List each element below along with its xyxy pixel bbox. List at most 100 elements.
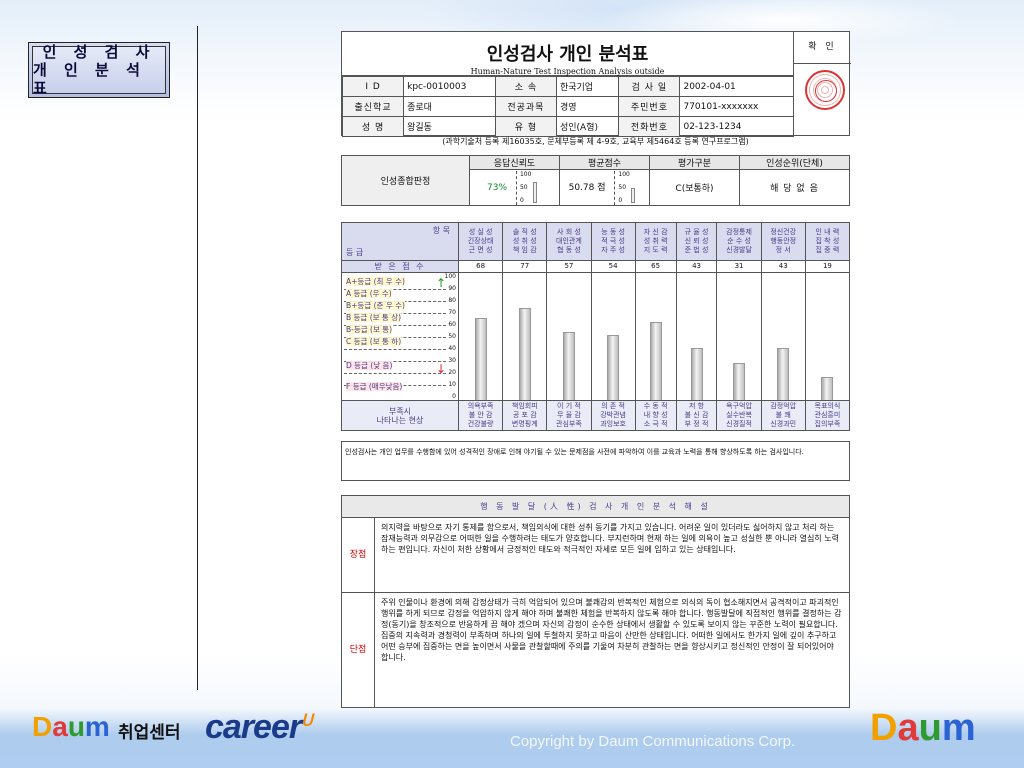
chart-column-header: 솔 직 성 성 취 성 책 임 감	[502, 222, 548, 261]
chart-bar-cell	[804, 272, 851, 401]
report-title-box: 인성검사 개인 분석표 Human-Nature Test Inspection…	[342, 32, 794, 76]
low-effect-text: 이 기 적 무 율 감 관심부족	[546, 400, 592, 431]
grade-tick: 40	[448, 345, 456, 352]
scale-tick: 0	[618, 196, 623, 204]
info-value: 경영	[555, 96, 620, 117]
weakness-label: 단점	[341, 592, 375, 708]
copyright-text: Copyright by Daum Communications Corp.	[510, 733, 796, 750]
info-key: 출신학교	[341, 96, 405, 117]
chart-corner: 항 목 등 급	[341, 222, 459, 261]
registration-note: (과학기술처 등록 제16035호, 문체부등록 제 4-9호, 교육부 제54…	[442, 137, 749, 146]
info-key: 주민번호	[618, 96, 681, 117]
chart-bar-cell	[457, 272, 504, 401]
score-bar	[821, 377, 834, 400]
grade-tick: 70	[448, 309, 456, 316]
score-value: 43	[760, 260, 806, 273]
seal-stamp-icon	[805, 70, 845, 110]
chart-bar-cell	[675, 272, 718, 401]
grade-scale: 100 90 80 70 60 50 40 30 20 10 0 A+등급 (최 우 수) A 등급 (…	[341, 272, 459, 401]
daum-logo-large[interactable]: Daum	[870, 708, 976, 748]
info-value: kpc-0010003	[403, 76, 496, 97]
chart-bar-cell	[590, 272, 636, 401]
chart-column-header: 규 율 성 신 뢰 성 준 법 성	[675, 222, 718, 261]
scale-tick: 100	[519, 170, 532, 178]
low-effect-text: 욕구억압 실수반복 신경질적	[716, 400, 762, 431]
info-table: I Dkpc-0010003 소 속 한국기업 검 사 일 2002-04-01 출신학교…	[341, 76, 794, 137]
score-bar	[649, 322, 662, 400]
grade-tick: 0	[452, 393, 456, 400]
info-value: 한국기업	[555, 76, 620, 97]
chart-bar-cell	[760, 272, 806, 401]
summary-header: 응답신뢰도	[469, 155, 560, 170]
chart-bar-cell	[634, 272, 677, 401]
average-bar	[631, 188, 636, 203]
grade-label: F 등급 (매우낮음)	[346, 382, 403, 392]
grade-tick: 30	[448, 357, 456, 364]
grade-tick: 100	[444, 273, 456, 280]
score-value: 31	[716, 260, 762, 273]
report-title: 인성검사 개인 분석표	[486, 44, 649, 65]
report-subtitle: Human-Nature Test Inspection Analysis ou…	[470, 67, 665, 76]
side-title-line1: 인 성 검 사	[42, 43, 156, 61]
chart-bar-cell	[546, 272, 592, 401]
low-effect-text: 의욕부족 불 안 감 건강불량	[457, 400, 504, 431]
evaluation-value: C(보통하)	[649, 169, 740, 206]
daum-logo[interactable]: Daum	[32, 712, 110, 742]
score-value: 54	[590, 260, 636, 273]
score-bar	[777, 348, 790, 400]
chart-bar-cell	[716, 272, 762, 401]
score-bar	[474, 318, 487, 400]
score-value: 68	[457, 260, 504, 273]
weakness-text: 주위 인물이나 환경에 의해 감정상태가 극히 억압되어 있으며 불쾌감의 반복…	[374, 592, 850, 708]
score-bar	[733, 362, 746, 400]
grade-tick: 90	[448, 285, 456, 292]
score-bar	[690, 348, 703, 400]
average-cell: 50.78 점 100 50 0	[559, 169, 650, 206]
reliability-value: 73%	[487, 183, 508, 193]
grade-tick: 20	[448, 369, 456, 376]
info-key: 소 속	[494, 76, 557, 97]
reliability-bar	[532, 182, 537, 203]
score-bar	[607, 335, 620, 400]
up-arrow-icon: ↑	[435, 276, 446, 290]
corner-grade-label: 등 급	[346, 248, 364, 257]
chart-column-header: 감정통제 순 수 성 신경발달	[716, 222, 762, 261]
info-key: 전화번호	[618, 116, 681, 137]
info-value: 2002-04-01	[679, 76, 794, 97]
scale-tick: 50	[618, 183, 627, 191]
scale-tick: 50	[519, 183, 528, 191]
summary-table: 인성종합판정 응답신뢰도 평균점수 평가구분 인성순위(단체) 73% 100 …	[341, 155, 850, 206]
reliability-scale: 100 50 0	[515, 170, 542, 205]
test-description: 인성검사는 개인 업무를 수행함에 있어 성격적인 장애로 인해 야기될 수 있…	[341, 441, 850, 481]
chart-column-header: 성 실 성 긴장상태 근 면 성	[457, 222, 504, 261]
info-key: 검 사 일	[618, 76, 681, 97]
info-key: I D	[341, 76, 405, 97]
low-effect-text: 의 존 적 강박관념 과잉보호	[590, 400, 636, 431]
grade-tick: 50	[448, 333, 456, 340]
low-effect-text: 감정억압 불 쾌 신경과민	[760, 400, 806, 431]
strength-label: 장점	[341, 517, 375, 593]
reliability-cell: 73% 100 50 0	[469, 169, 560, 206]
grade-label: B+등급 (준 우 수)	[346, 300, 405, 310]
rank-value: 해 당 없 음	[739, 169, 850, 206]
score-row-label: 받 은 점 수	[341, 260, 459, 273]
career-logo[interactable]: careerᑌ	[205, 708, 313, 747]
average-value: 50.78 점	[568, 183, 606, 193]
score-value: 77	[502, 260, 548, 273]
stamp-label: 확 인	[794, 32, 851, 64]
down-arrow-icon: ↓	[435, 362, 446, 376]
analysis-table: 행 동 발 달 (人 性) 검 사 개 인 분 석 해 설 장점 의지력을 바탕…	[341, 495, 850, 708]
scale-tick: 100	[618, 170, 630, 178]
scale-tick: 0	[519, 196, 524, 204]
info-key: 전공과목	[494, 96, 557, 117]
info-key: 성 명	[341, 116, 405, 137]
grade-label: B-등급 (보 통)	[346, 324, 393, 334]
chart-column-header: 정신건강 행동안정 정 서	[760, 222, 806, 261]
analysis-caption: 행 동 발 달 (人 性) 검 사 개 인 분 석 해 설	[341, 495, 850, 518]
score-value: 19	[804, 260, 851, 273]
grade-label: C 등급 (보 통 하)	[346, 336, 402, 346]
grade-gridline	[344, 349, 446, 350]
grade-label: B 등급 (보 통 상)	[346, 312, 402, 322]
career-center-label[interactable]: 취업센터	[118, 718, 181, 743]
score-value: 43	[675, 260, 718, 273]
